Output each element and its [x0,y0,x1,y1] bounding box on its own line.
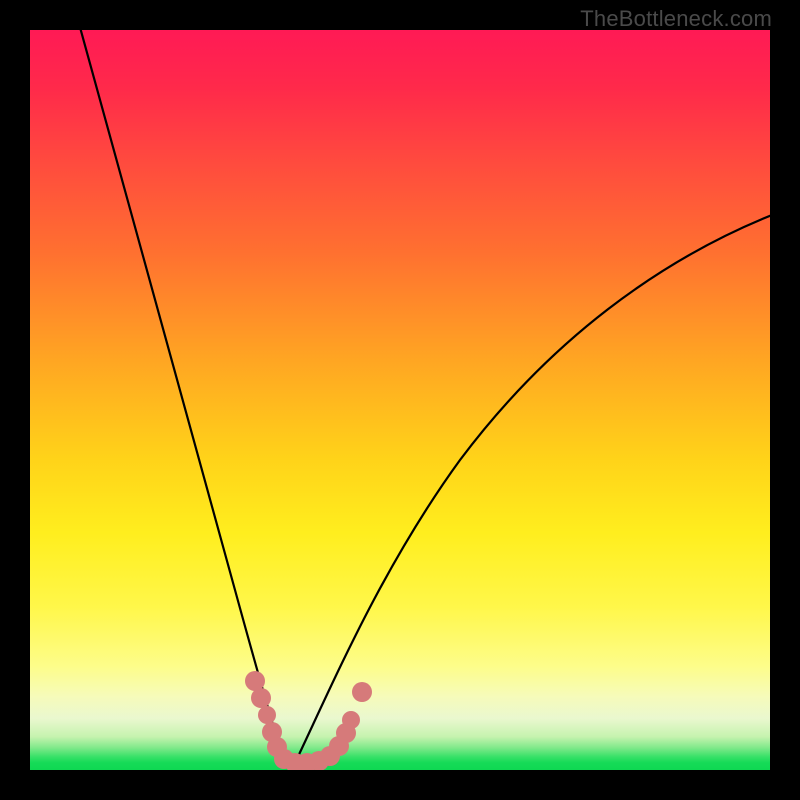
plot-area [30,30,770,770]
watermark-text: TheBottleneck.com [580,6,772,32]
marker-cluster [245,671,372,770]
chart-svg [30,30,770,770]
curve-right-branch [294,215,770,765]
curve-left-branch [78,30,285,765]
